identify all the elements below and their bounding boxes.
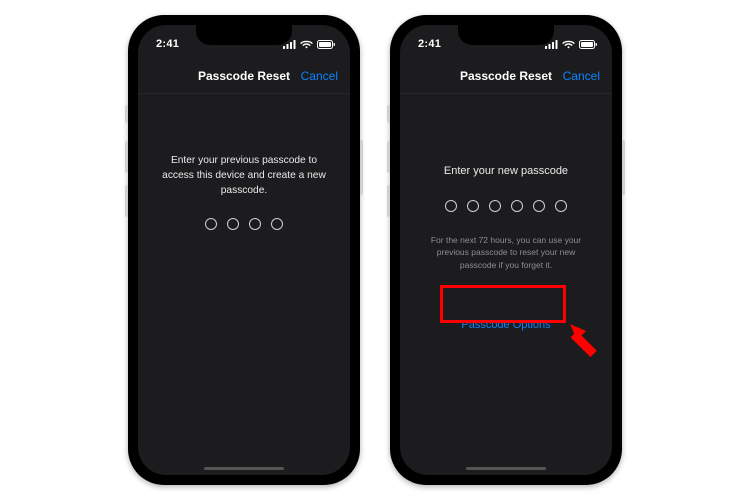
status-time: 2:41 [418, 38, 441, 50]
status-time: 2:41 [156, 38, 179, 50]
side-buttons-left [387, 105, 390, 229]
instruction-text: Enter your new passcode [420, 164, 592, 180]
battery-icon [317, 40, 336, 49]
side-button-power [360, 140, 363, 195]
cancel-button[interactable]: Cancel [563, 69, 600, 83]
side-button-power [622, 140, 625, 195]
passcode-dot [533, 200, 545, 212]
instruction-text: Enter your previous passcode to access t… [158, 154, 330, 198]
side-buttons-left [125, 105, 128, 229]
passcode-dot [227, 218, 239, 230]
passcode-dot [271, 218, 283, 230]
passcode-input-4[interactable] [158, 218, 330, 230]
notch [458, 25, 554, 45]
passcode-options-button[interactable]: Passcode Options [447, 311, 564, 339]
nav-bar: Passcode Reset Cancel [400, 59, 612, 94]
battery-icon [579, 40, 598, 49]
passcode-dot [555, 200, 567, 212]
nav-title: Passcode Reset [460, 69, 552, 83]
nav-title: Passcode Reset [198, 69, 290, 83]
passcode-dot [489, 200, 501, 212]
passcode-dot [511, 200, 523, 212]
passcode-dot [445, 200, 457, 212]
passcode-input-6[interactable] [420, 200, 592, 212]
home-indicator [466, 467, 546, 470]
wifi-icon [562, 40, 575, 49]
passcode-dot [467, 200, 479, 212]
passcode-dot [249, 218, 261, 230]
nav-bar: Passcode Reset Cancel [138, 59, 350, 94]
phone-mockup-previous-passcode: 2:41 Passcode Reset Cancel Enter your pr… [128, 15, 360, 485]
passcode-dot [205, 218, 217, 230]
cancel-button[interactable]: Cancel [301, 69, 338, 83]
notch [196, 25, 292, 45]
wifi-icon [300, 40, 313, 49]
phone-mockup-new-passcode: 2:41 Passcode Reset Cancel Enter your ne… [390, 15, 622, 485]
home-indicator [204, 467, 284, 470]
subnote-text: For the next 72 hours, you can use your … [429, 234, 584, 271]
